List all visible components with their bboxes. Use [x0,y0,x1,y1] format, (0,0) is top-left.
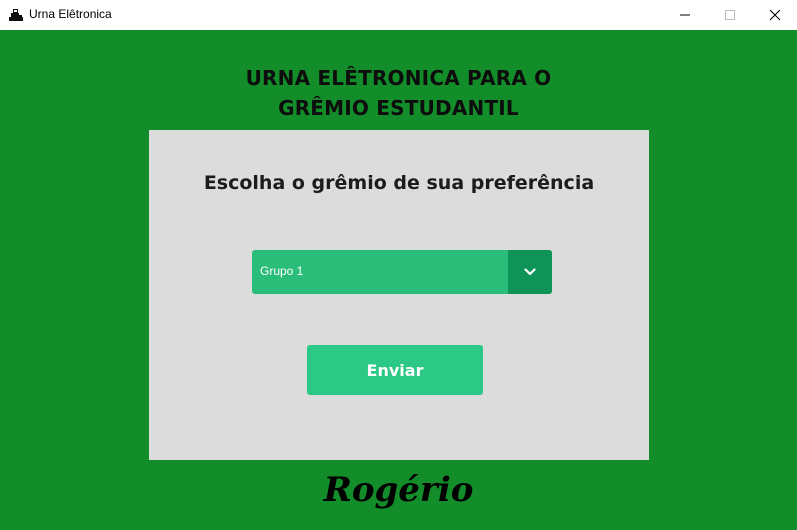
author-signature: Rogério [323,470,474,510]
maximize-icon[interactable] [707,0,753,30]
voting-prompt: Escolha o grêmio de sua preferência [203,172,595,194]
voting-card: Escolha o grêmio de sua preferência Grup… [149,130,649,460]
close-icon[interactable] [752,0,797,30]
page-title: URNA ELÊTRONICA PARA O GRÊMIO ESTUDANTIL [0,63,797,123]
page-title-line-1: URNA ELÊTRONICA PARA O [245,66,552,90]
title-bar: Urna Elêtronica [0,0,797,30]
submit-button[interactable]: Enviar [307,345,483,395]
chevron-down-icon[interactable] [508,250,552,294]
window-title: Urna Elêtronica [29,7,112,21]
group-select-value: Grupo 1 [260,264,304,278]
minimize-icon[interactable] [662,0,708,30]
page-title-line-2: GRÊMIO ESTUDANTIL [278,96,519,120]
window-content: URNA ELÊTRONICA PARA O GRÊMIO ESTUDANTIL… [0,30,797,530]
ballot-machine-icon [8,7,24,23]
group-select[interactable]: Grupo 1 [252,250,552,294]
